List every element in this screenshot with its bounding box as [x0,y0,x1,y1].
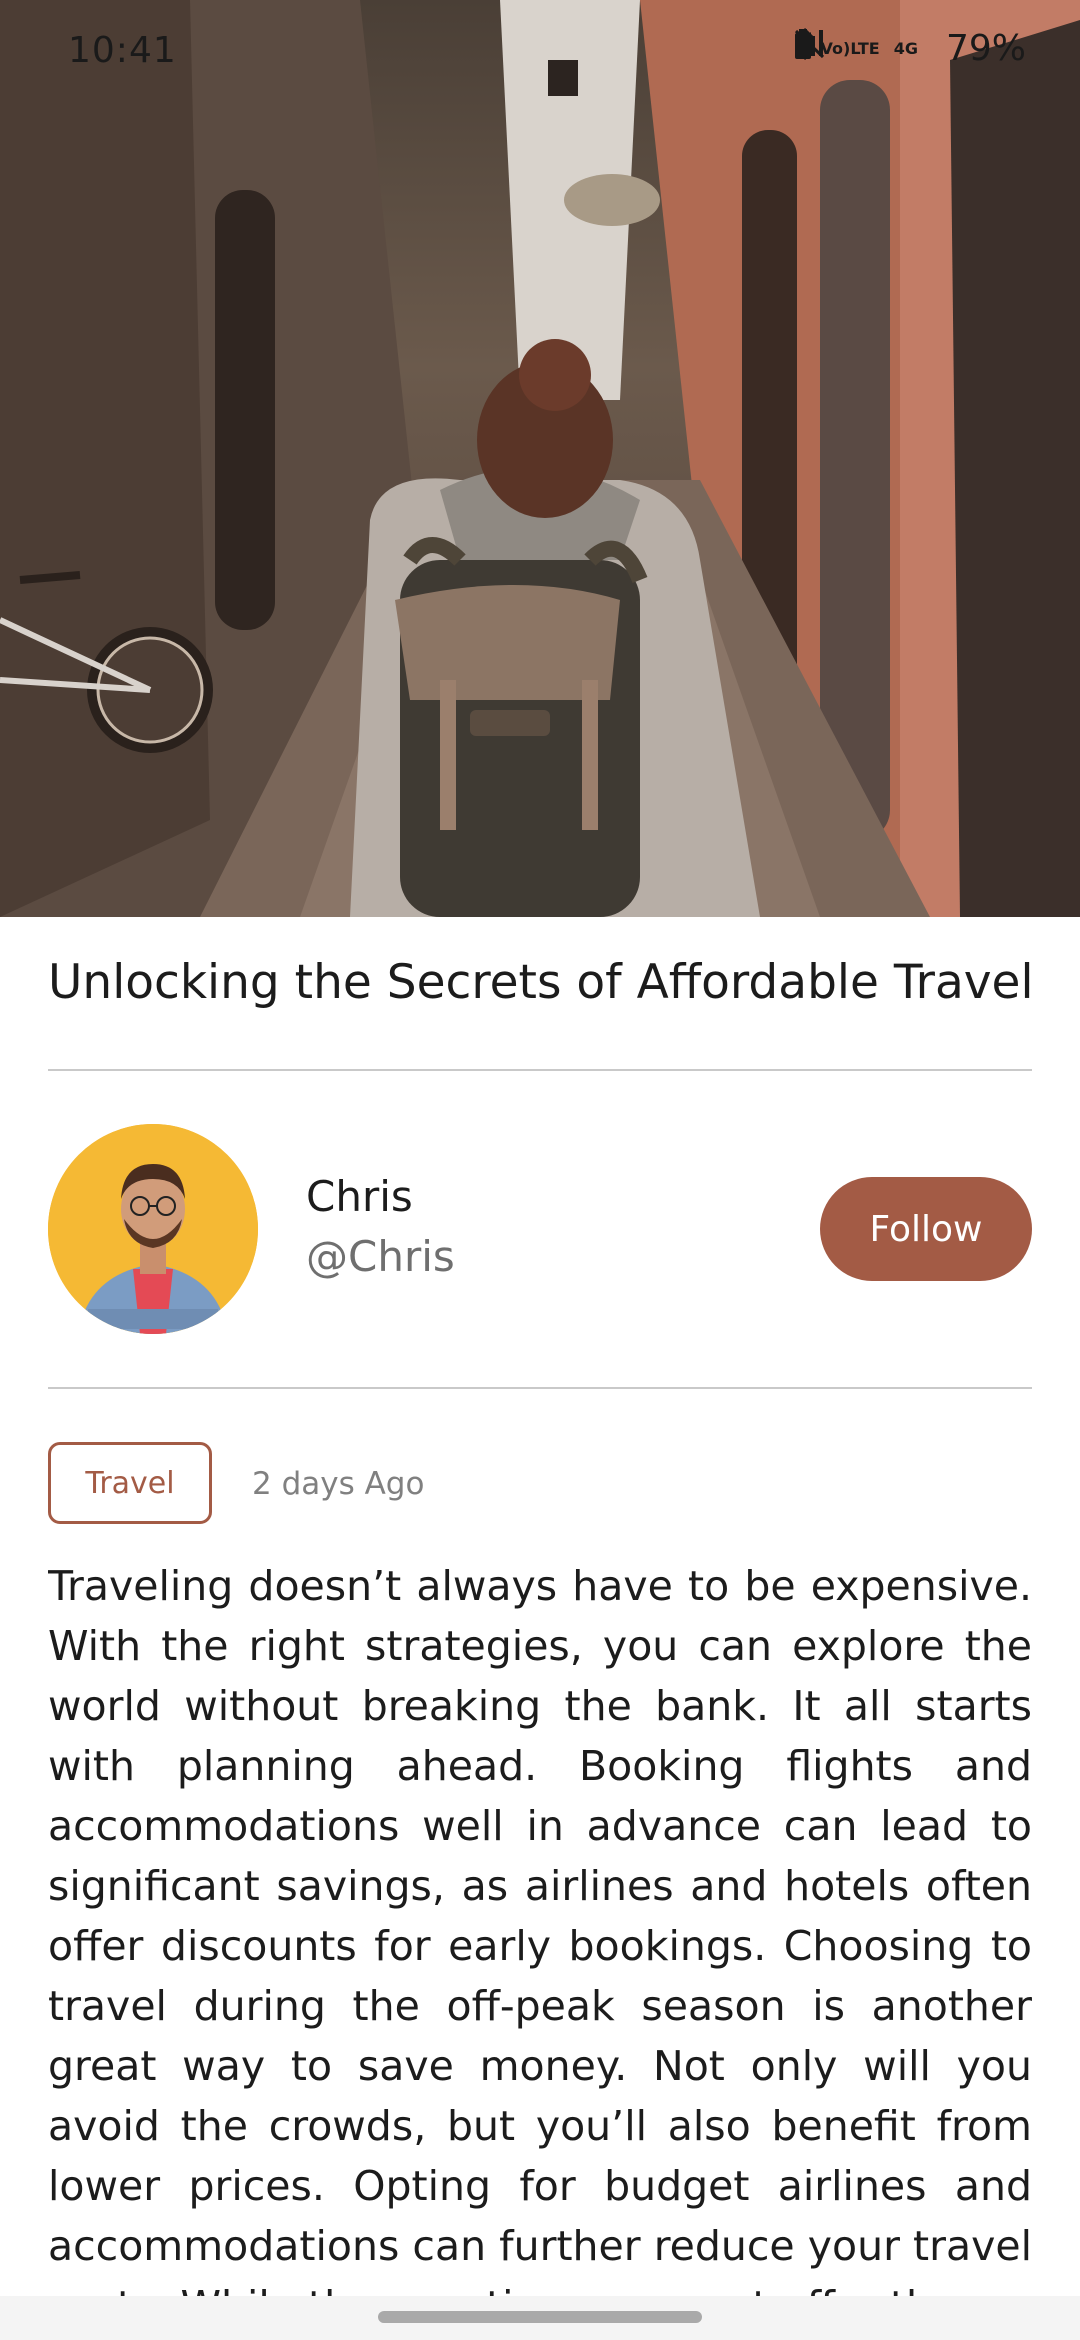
category-tag[interactable]: Travel [48,1442,212,1524]
article-body: Traveling doesn’t always have to be expe… [48,1562,1032,2316]
volte-icon: Vo) LTE [820,38,880,58]
avatar-photo [48,1124,258,1334]
home-indicator[interactable] [378,2311,702,2323]
posted-time: 2 days Ago [252,1466,425,1502]
status-bar: 10:41 Vo) LTE 4G 79% [0,0,1080,100]
author-handle: @Chris [306,1232,455,1281]
hero-image: 10:41 Vo) LTE 4G 79% [0,0,1080,917]
network-4g-icon: 4G [893,38,918,58]
article-title: Unlocking the Secrets of Affordable Trav… [48,955,1034,1010]
battery-percent: 79% [945,28,1026,69]
divider-top [48,1069,1032,1071]
follow-button[interactable]: Follow [820,1177,1032,1281]
author-name[interactable]: Chris [306,1172,413,1221]
status-time: 10:41 [68,30,177,71]
status-icons: Vo) LTE 4G 79% [793,28,1040,69]
hero-illustration [0,0,1080,917]
avatar[interactable] [48,1124,258,1334]
divider-bottom [48,1387,1032,1389]
screen: 10:41 Vo) LTE 4G 79% Unlocking the Secre… [0,0,1080,2340]
